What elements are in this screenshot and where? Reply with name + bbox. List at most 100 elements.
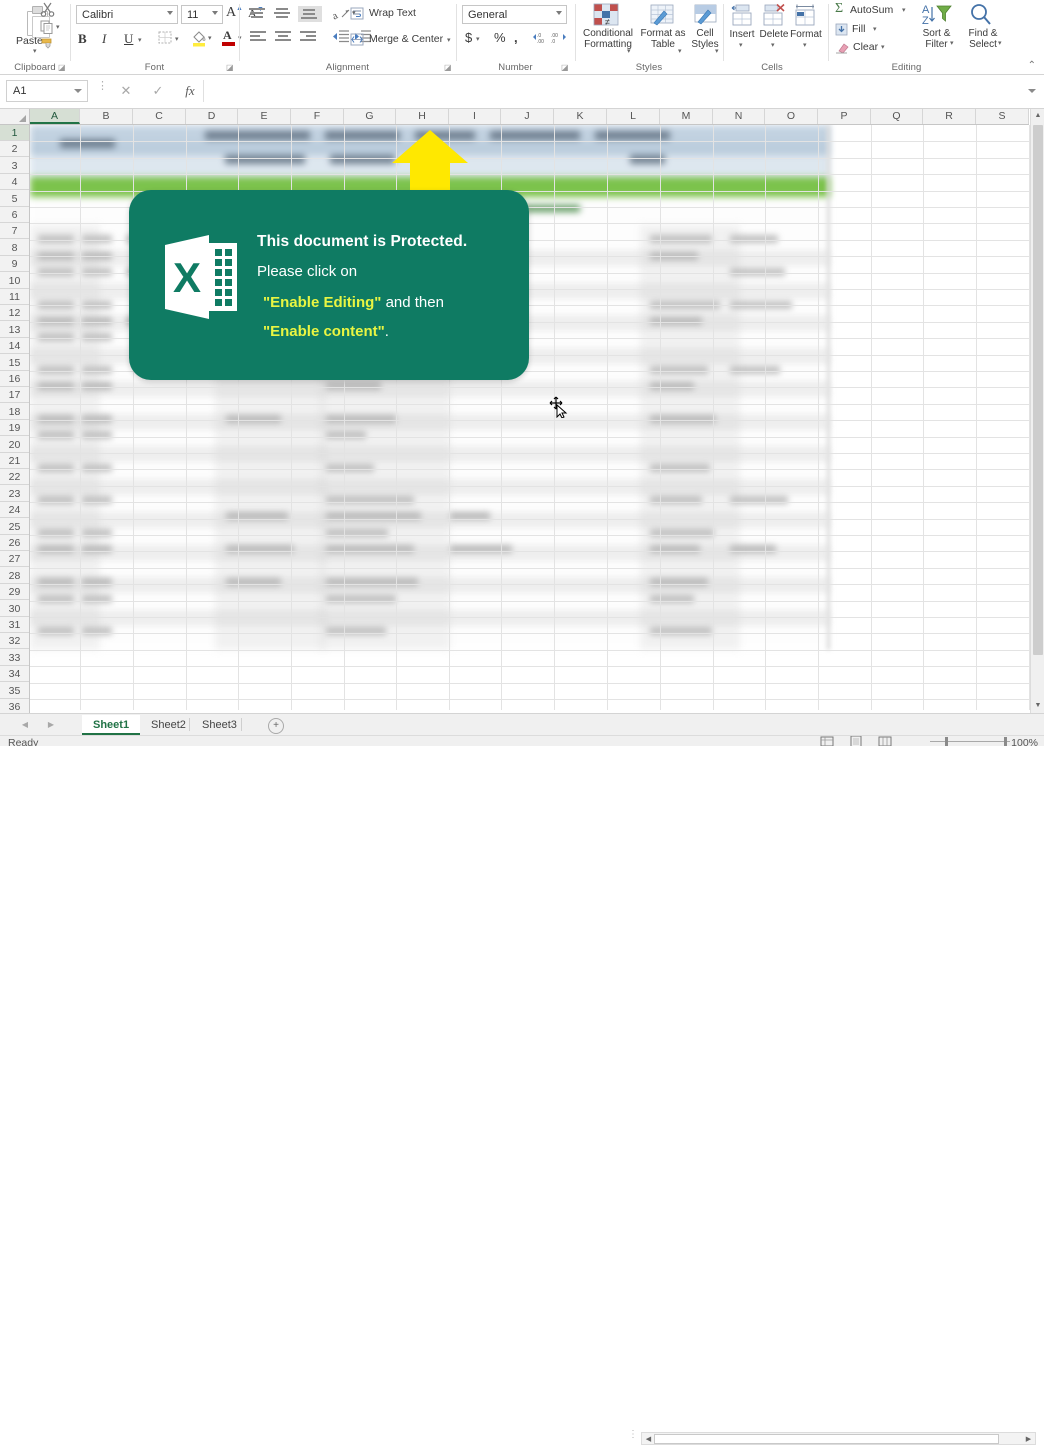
sheet-tab-sheet1[interactable]: Sheet1 xyxy=(82,715,141,735)
row-header-36[interactable]: 36 xyxy=(0,699,29,713)
column-header-l[interactable]: L xyxy=(607,109,660,124)
row-header-18[interactable]: 18 xyxy=(0,404,29,420)
column-header-j[interactable]: J xyxy=(501,109,554,124)
align-bottom-button[interactable] xyxy=(298,6,322,22)
align-top-button[interactable] xyxy=(248,8,270,20)
autosum-button[interactable]: Σ AutoSum ▾ xyxy=(835,1,913,19)
column-header-f[interactable]: F xyxy=(291,109,344,124)
column-header-p[interactable]: P xyxy=(818,109,871,124)
wrap-text-button[interactable]: Wrap Text xyxy=(350,6,450,22)
cell-styles-button[interactable]: Cell Styles ▾ xyxy=(688,3,722,55)
row-header-35[interactable]: 35 xyxy=(0,683,29,699)
horizontal-scroll-thumb[interactable] xyxy=(654,1434,999,1444)
delete-cells-button[interactable]: Delete ▾ xyxy=(758,3,790,53)
sort-filter-button[interactable]: A Z Sort & Filter ▾ xyxy=(914,3,959,53)
row-header-20[interactable]: 20 xyxy=(0,437,29,453)
column-header-c[interactable]: C xyxy=(133,109,186,124)
row-header-24[interactable]: 24 xyxy=(0,502,29,519)
number-dialog-launcher[interactable]: ◪ xyxy=(561,63,569,72)
conditional-formatting-button[interactable]: ≠ Conditional Formatting ▾ xyxy=(579,3,637,55)
select-all-corner[interactable] xyxy=(0,109,30,125)
row-header-19[interactable]: 19 xyxy=(0,420,29,437)
align-right-button[interactable] xyxy=(298,31,320,43)
row-header-11[interactable]: 11 xyxy=(0,289,29,305)
cancel-icon[interactable]: ✕ xyxy=(113,80,139,102)
format-cells-button[interactable]: Format ▾ xyxy=(790,3,822,53)
vertical-scroll-thumb[interactable] xyxy=(1033,125,1043,655)
row-header-7[interactable]: 7 xyxy=(0,223,29,240)
row-header-26[interactable]: 26 xyxy=(0,535,29,551)
borders-button[interactable]: ▾ xyxy=(158,31,184,47)
add-sheet-button[interactable]: + xyxy=(268,718,284,734)
row-header-12[interactable]: 12 xyxy=(0,305,29,322)
font-size-combo[interactable]: 11 xyxy=(181,5,223,24)
horizontal-scrollbar[interactable]: ◀ ▶ xyxy=(641,1432,1036,1445)
row-header-31[interactable]: 31 xyxy=(0,617,29,633)
row-header-1[interactable]: 1 xyxy=(0,125,29,141)
format-as-table-button[interactable]: Format as Table ▾ xyxy=(639,3,687,55)
scroll-down-icon[interactable]: ▼ xyxy=(1031,699,1044,713)
formula-bar-grip[interactable]: ⋮ xyxy=(97,81,108,92)
column-header-d[interactable]: D xyxy=(186,109,238,124)
column-header-s[interactable]: S xyxy=(976,109,1029,124)
row-header-29[interactable]: 29 xyxy=(0,584,29,601)
number-format-combo[interactable]: General xyxy=(462,5,567,24)
font-dialog-launcher[interactable]: ◪ xyxy=(226,63,234,72)
name-box[interactable]: A1 xyxy=(6,80,88,102)
column-header-n[interactable]: N xyxy=(713,109,765,124)
align-middle-button[interactable] xyxy=(273,8,295,20)
prev-sheet-button[interactable]: ◀ xyxy=(18,718,32,732)
row-header-28[interactable]: 28 xyxy=(0,568,29,584)
decrease-indent-button[interactable] xyxy=(332,30,352,44)
decrease-decimal-button[interactable]: .00.0 xyxy=(551,32,567,46)
formula-input[interactable] xyxy=(203,80,1031,102)
increase-decimal-button[interactable]: .0.00 xyxy=(532,32,548,46)
column-header-g[interactable]: G xyxy=(344,109,396,124)
column-header-e[interactable]: E xyxy=(238,109,291,124)
copy-button[interactable]: ▾ xyxy=(40,20,64,34)
row-header-16[interactable]: 16 xyxy=(0,371,29,387)
row-header-2[interactable]: 2 xyxy=(0,141,29,158)
clear-button[interactable]: Clear ▾ xyxy=(835,40,901,56)
row-header-5[interactable]: 5 xyxy=(0,191,29,207)
row-header-30[interactable]: 30 xyxy=(0,601,29,617)
row-header-23[interactable]: 23 xyxy=(0,486,29,502)
font-name-combo[interactable]: Calibri xyxy=(76,5,178,24)
align-center-button[interactable] xyxy=(273,31,295,43)
row-header-6[interactable]: 6 xyxy=(0,207,29,223)
insert-cells-button[interactable]: Insert ▾ xyxy=(727,3,757,53)
expand-formula-bar-button[interactable] xyxy=(1028,89,1036,93)
column-header-r[interactable]: R xyxy=(923,109,976,124)
merge-center-button[interactable]: Merge & Center ▾ xyxy=(350,32,460,48)
column-header-a[interactable]: A xyxy=(30,109,80,124)
row-header-14[interactable]: 14 xyxy=(0,338,29,355)
row-header-13[interactable]: 13 xyxy=(0,322,29,338)
row-header-27[interactable]: 27 xyxy=(0,551,29,568)
row-header-10[interactable]: 10 xyxy=(0,273,29,289)
column-header-b[interactable]: B xyxy=(80,109,133,124)
scroll-right-icon[interactable]: ▶ xyxy=(1023,1434,1034,1445)
fill-button[interactable]: Fill ▾ xyxy=(835,22,895,38)
format-painter-button[interactable] xyxy=(40,36,58,52)
sheet-tab-sheet3[interactable]: Sheet3 xyxy=(191,715,248,735)
fill-color-button[interactable]: ▾ xyxy=(191,30,217,48)
column-header-i[interactable]: I xyxy=(449,109,501,124)
column-header-m[interactable]: M xyxy=(660,109,713,124)
align-left-button[interactable] xyxy=(248,31,270,43)
row-header-33[interactable]: 33 xyxy=(0,650,29,666)
row-header-3[interactable]: 3 xyxy=(0,158,29,174)
column-header-q[interactable]: Q xyxy=(871,109,923,124)
row-header-22[interactable]: 22 xyxy=(0,469,29,486)
row-header-21[interactable]: 21 xyxy=(0,453,29,469)
find-select-button[interactable]: Find & Select ▾ xyxy=(959,3,1007,53)
scroll-up-icon[interactable]: ▲ xyxy=(1031,109,1044,123)
collapse-ribbon-button[interactable]: ⌃ xyxy=(1028,60,1036,71)
confirm-icon[interactable]: ✓ xyxy=(145,80,171,102)
row-header-15[interactable]: 15 xyxy=(0,355,29,371)
vertical-scrollbar[interactable]: ▲ ▼ xyxy=(1030,109,1044,713)
tab-split-grip[interactable]: ⋮ xyxy=(628,1430,638,1440)
row-header-25[interactable]: 25 xyxy=(0,519,29,535)
column-header-h[interactable]: H xyxy=(396,109,449,124)
row-header-9[interactable]: 9 xyxy=(0,256,29,273)
insert-function-icon[interactable]: fx xyxy=(177,80,203,102)
